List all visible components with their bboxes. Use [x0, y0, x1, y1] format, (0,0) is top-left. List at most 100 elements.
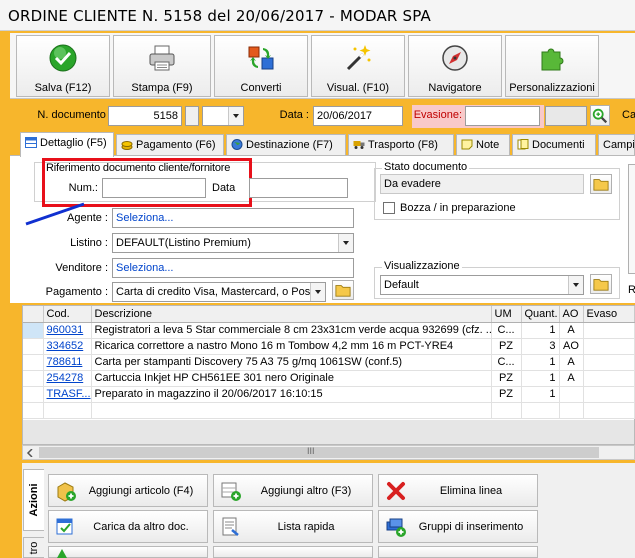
row-selector[interactable]: [23, 322, 44, 339]
grid-column-header[interactable]: Evaso: [583, 306, 635, 323]
empty-cell[interactable]: [559, 402, 584, 419]
add-item-button[interactable]: Aggiungi articolo (F4): [48, 474, 208, 507]
insertion-groups-button[interactable]: Gruppi di inserimento: [378, 510, 538, 543]
chevron-left-icon[interactable]: [26, 449, 34, 457]
row-description[interactable]: Carta per stampanti Discovery 75 A3 75 g…: [91, 354, 492, 371]
table-row[interactable]: 254278 Cartuccia Inkjet HP CH561EE 301 n…: [23, 370, 635, 387]
row-selector[interactable]: [23, 354, 44, 371]
empty-cell[interactable]: [91, 402, 492, 419]
row-ao[interactable]: AO: [559, 338, 584, 355]
tab-trasporto[interactable]: Trasporto (F8): [348, 134, 454, 156]
grid-horizontal-scrollbar[interactable]: III: [22, 445, 635, 460]
row-um[interactable]: C...: [491, 354, 522, 371]
riferimento-data-input[interactable]: [249, 178, 348, 198]
row-code-link[interactable]: 960031: [43, 322, 92, 339]
venditore-selector[interactable]: Seleziona...: [112, 258, 354, 278]
row-evaso[interactable]: [583, 354, 635, 371]
grid-column-header[interactable]: AO: [559, 306, 584, 323]
row-um[interactable]: C...: [491, 322, 522, 339]
side-tab-azioni[interactable]: Azioni: [23, 469, 44, 531]
tab-pagamento[interactable]: Pagamento (F6): [116, 134, 224, 156]
table-row[interactable]: [23, 402, 635, 419]
empty-cell[interactable]: [43, 402, 92, 419]
row-quantity[interactable]: 1: [521, 354, 560, 371]
table-row[interactable]: 960031 Registratori a leva 5 Star commer…: [23, 322, 635, 339]
tab-destinazione[interactable]: Destinazione (F7): [226, 134, 346, 156]
row-um[interactable]: PZ: [491, 370, 522, 387]
load-from-doc-button[interactable]: Carica da altro doc.: [48, 510, 208, 543]
evasione-search-button[interactable]: [590, 105, 610, 126]
grid-column-header[interactable]: Quant.: [521, 306, 560, 323]
visualizzazione-browse-button[interactable]: [590, 274, 612, 294]
delete-line-button[interactable]: Elimina linea: [378, 474, 538, 507]
table-row[interactable]: TRASF... Preparato in magazzino il 20/06…: [23, 386, 635, 403]
row-um[interactable]: PZ: [491, 338, 522, 355]
riferimento-num-input[interactable]: [102, 178, 206, 198]
pagamento-browse-button[interactable]: [332, 280, 354, 300]
row-quantity[interactable]: 1: [521, 370, 560, 387]
row-code-link[interactable]: 334652: [43, 338, 92, 355]
n-documento-extra-field[interactable]: [185, 106, 199, 126]
row-selector[interactable]: [23, 402, 44, 419]
grid-column-header[interactable]: Cod.: [43, 306, 92, 323]
scrollbar-thumb[interactable]: III: [39, 446, 599, 458]
row-description[interactable]: Cartuccia Inkjet HP CH561EE 301 nero Ori…: [91, 370, 492, 387]
tab-campi[interactable]: Campi: [598, 134, 635, 156]
evasione-input[interactable]: [465, 106, 540, 126]
tab-documenti[interactable]: Documenti: [512, 134, 596, 156]
row-quantity[interactable]: 3: [521, 338, 560, 355]
row-code-link[interactable]: TRASF...: [43, 386, 92, 403]
empty-cell[interactable]: [521, 402, 560, 419]
row-ao[interactable]: A: [559, 370, 584, 387]
empty-cell[interactable]: [583, 402, 635, 419]
add-other-button[interactable]: Aggiungi altro (F3): [213, 474, 373, 507]
row-evaso[interactable]: [583, 338, 635, 355]
row-ao[interactable]: A: [559, 322, 584, 339]
row-description[interactable]: Ricarica correttore a nastro Mono 16 m T…: [91, 338, 492, 355]
row-ao[interactable]: [559, 386, 584, 403]
row-selector[interactable]: [23, 370, 44, 387]
quick-list-button[interactable]: Lista rapida: [213, 510, 373, 543]
visualizzazione-select[interactable]: Default: [380, 275, 584, 295]
listino-select[interactable]: DEFAULT(Listino Premium): [112, 233, 354, 253]
row-selector[interactable]: [23, 386, 44, 403]
navigator-button[interactable]: Navigatore: [408, 35, 502, 97]
tab-dettaglio[interactable]: Dettaglio (F5): [20, 132, 114, 157]
n-documento-input[interactable]: 5158: [108, 106, 182, 126]
customizations-button[interactable]: Personalizzazioni: [505, 35, 599, 97]
side-tab-altro[interactable]: tro: [23, 537, 44, 558]
data-input[interactable]: 20/06/2017: [313, 106, 403, 126]
row-code-link[interactable]: 254278: [43, 370, 92, 387]
evasione-extra-field[interactable]: [545, 106, 587, 126]
empty-cell[interactable]: [491, 402, 522, 419]
grid-column-header[interactable]: UM: [491, 306, 522, 323]
save-button[interactable]: Salva (F12): [16, 35, 110, 97]
tab-note[interactable]: Note: [456, 134, 510, 156]
partial-action-button-3[interactable]: [378, 546, 538, 558]
add-other-label: Aggiungi altro (F3): [260, 485, 352, 497]
row-evaso[interactable]: [583, 386, 635, 403]
row-selector[interactable]: [23, 338, 44, 355]
bozza-checkbox[interactable]: [383, 202, 395, 214]
row-quantity[interactable]: 1: [521, 386, 560, 403]
print-button[interactable]: Stampa (F9): [113, 35, 211, 97]
row-description[interactable]: Preparato in magazzino il 20/06/2017 16:…: [91, 386, 492, 403]
stato-browse-button[interactable]: [590, 174, 612, 194]
pagamento-select[interactable]: Carta di credito Visa, Mastercard, o Pos…: [112, 282, 326, 302]
grid-column-header[interactable]: Descrizione: [91, 306, 492, 323]
row-evaso[interactable]: [583, 322, 635, 339]
agente-selector[interactable]: Seleziona...: [112, 208, 354, 228]
row-quantity[interactable]: 1: [521, 322, 560, 339]
visual-button[interactable]: Visual. (F10): [311, 35, 405, 97]
row-evaso[interactable]: [583, 370, 635, 387]
row-code-link[interactable]: 788611: [43, 354, 92, 371]
row-ao[interactable]: A: [559, 354, 584, 371]
partial-action-button-2[interactable]: [213, 546, 373, 558]
partial-action-button-1[interactable]: [48, 546, 208, 558]
table-row[interactable]: 788611 Carta per stampanti Discovery 75 …: [23, 354, 635, 371]
table-row[interactable]: 334652 Ricarica correttore a nastro Mono…: [23, 338, 635, 355]
n-documento-suffix-select[interactable]: [202, 106, 244, 126]
row-description[interactable]: Registratori a leva 5 Star commerciale 8…: [91, 322, 492, 339]
convert-button[interactable]: Converti: [214, 35, 308, 97]
row-um[interactable]: PZ: [491, 386, 522, 403]
